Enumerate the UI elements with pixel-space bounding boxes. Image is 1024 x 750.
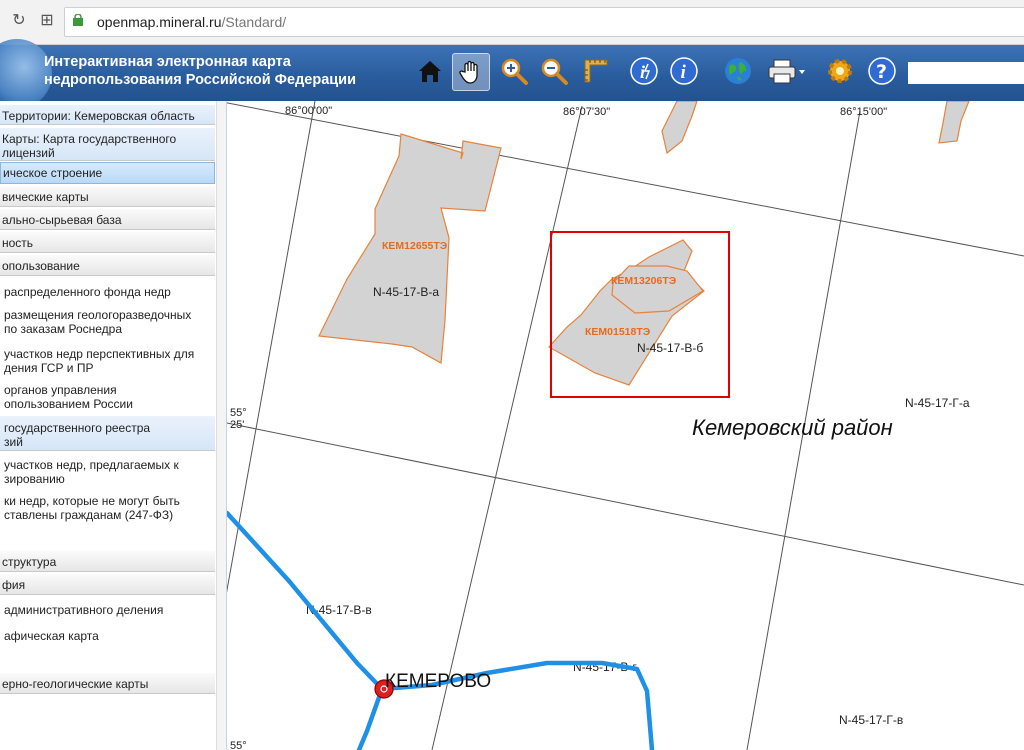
url-path: /Standard/ <box>221 14 287 30</box>
sidebar-row-label-2: зированию <box>4 472 65 486</box>
sheet-label-v-a: N-45-17-В-а <box>373 285 439 299</box>
zoom-out-icon[interactable] <box>536 53 572 89</box>
sidebar-knowledge[interactable]: ность <box>0 231 215 253</box>
license-area-kem13206[interactable] <box>611 265 704 314</box>
sidebar-item-distributed-fund[interactable]: распределенного фонда недр <box>0 285 215 305</box>
sidebar-row-label-2: лицензий <box>2 146 55 160</box>
sidebar-row-label: размещения геологоразведочных <box>4 308 192 322</box>
license-label-kem13206: КЕМ13206ТЭ <box>611 275 677 287</box>
license-area-top-partial-2[interactable] <box>938 101 970 144</box>
home-icon[interactable] <box>412 53 448 89</box>
sidebar-row-label: Карты: Карта государственного <box>2 132 177 146</box>
lat-label-55-bottom: 55° <box>230 740 247 750</box>
url-host: openmap.mineral.ru <box>97 14 222 30</box>
sidebar-mineral-resource-base[interactable]: ально-сырьевая база <box>0 208 215 230</box>
url-text: openmap.mineral.ru/Standard/ <box>97 14 286 30</box>
road-west <box>227 510 385 692</box>
sidebar-row-label-2: ставлены гражданам (247-ФЗ) <box>4 508 174 522</box>
sidebar-row-label: Территории: Кемеровская область <box>2 109 195 123</box>
svg-text:?: ? <box>876 61 887 83</box>
sidebar-item-management-bodies[interactable]: органов управления опользованием России <box>0 383 215 413</box>
lat-label-25: 25' <box>230 419 244 431</box>
sidebar-row-label-2: по заказам Роснедра <box>4 322 123 336</box>
sidebar-row-label-2: опользованием России <box>4 397 133 411</box>
app-title: Интерактивная электронная карта недропол… <box>44 53 356 89</box>
sidebar-row-label: афическая карта <box>4 629 99 643</box>
license-label-kem01518: КЕМ01518ТЭ <box>585 326 651 338</box>
sidebar-item-admin-division[interactable]: административного деления <box>0 603 215 623</box>
sidebar-row-label: фия <box>2 578 26 592</box>
sidebar-row-label: органов управления <box>4 383 117 397</box>
sidebar-item-licensing-areas[interactable]: участков недр, предлагаемых к зированию <box>0 458 215 488</box>
sidebar-row-label: ки недр, которые не могут быть <box>4 494 180 508</box>
sidebar-row-label: ность <box>2 236 34 250</box>
sidebar-infrastructure[interactable]: структура <box>0 550 215 572</box>
settings-gear-icon[interactable] <box>822 53 858 89</box>
reload-icon[interactable]: ↻ <box>8 9 30 31</box>
search-input[interactable] <box>908 62 1024 84</box>
map-canvas[interactable]: 86°00'00" 86°07'30" 86°15'00" 55° 25' 55… <box>227 101 1024 750</box>
sidebar-subsoil-use[interactable]: опользование <box>0 254 215 276</box>
sidebar-row-label-2: зий <box>4 435 23 449</box>
sidebar-row-label: ерно-геологические карты <box>2 677 149 691</box>
apps-grid-icon[interactable]: ⊞ <box>36 9 58 31</box>
map-svg: 86°00'00" 86°07'30" 86°15'00" 55° 25' 55… <box>227 101 1024 750</box>
help-icon[interactable]: ? <box>864 53 900 89</box>
svg-text:i: i <box>640 62 645 82</box>
globe-icon[interactable] <box>720 53 756 89</box>
info-lightning-icon[interactable]: i <box>626 53 662 89</box>
lat-label-55-top: 55° <box>230 407 247 419</box>
sidebar-row-label: опользование <box>2 259 80 273</box>
license-label-kem12655: КЕМ12655ТЭ <box>382 240 448 252</box>
secure-lock-icon <box>73 14 83 26</box>
sidebar-geophysical-maps[interactable]: вические карты <box>0 185 215 207</box>
license-area-kem01518[interactable] <box>548 239 705 386</box>
district-label: Кемеровский район <box>692 415 893 440</box>
info-icon[interactable]: i <box>666 53 702 89</box>
lon-label-86-15: 86°15'00" <box>840 106 887 118</box>
sidebar-row-label: участков недр, предлагаемых к <box>4 458 179 472</box>
sidebar-row-label: ическое строение <box>3 166 103 180</box>
layers-sidebar: Территории: Кемеровская область Карты: К… <box>0 101 227 750</box>
sidebar-row-label: государственного реестра <box>4 421 151 435</box>
sheet-label-v-b: N-45-17-В-б <box>637 341 703 355</box>
app-header: Интерактивная электронная карта недропол… <box>0 39 1024 109</box>
sidebar-item-geographic-map[interactable]: афическая карта <box>0 629 215 649</box>
road-south <box>356 686 385 750</box>
sidebar-row-label-2: дения ГСР и ПР <box>4 361 94 375</box>
license-area-top-partial-1[interactable] <box>661 101 698 155</box>
app-title-line2: недропользования Российской Федерации <box>44 72 357 88</box>
address-bar[interactable]: openmap.mineral.ru/Standard/ <box>64 7 1024 37</box>
sidebar-territory-header[interactable]: Территории: Кемеровская область <box>0 104 215 125</box>
road-network <box>227 510 655 750</box>
lon-label-86-00: 86°00'00" <box>285 105 332 117</box>
app-title-line1: Интерактивная электронная карта <box>44 54 291 70</box>
sidebar-row-label: административного деления <box>4 603 164 617</box>
print-icon[interactable] <box>764 53 808 89</box>
sidebar-row-label: вические карты <box>2 190 89 204</box>
browser-toolbar: ↻ ⊞ openmap.mineral.ru/Standard/ <box>0 0 1024 45</box>
sidebar-item-247fz-areas[interactable]: ки недр, которые не могут быть ставлены … <box>0 494 215 524</box>
sidebar-geography[interactable]: фия <box>0 573 215 595</box>
sidebar-item-prospective-areas[interactable]: участков недр перспективных для дения ГС… <box>0 347 215 377</box>
svg-text:i: i <box>681 62 687 83</box>
sidebar-row-label: участков недр перспективных для <box>4 347 195 361</box>
sidebar-state-registry-header[interactable]: государственного реестра зий <box>0 415 215 451</box>
ruler-icon[interactable] <box>578 53 614 89</box>
city-label: КЕМЕРОВО <box>385 671 491 692</box>
lon-label-86-07: 86°07'30" <box>563 106 610 118</box>
sheet-label-g-a: N-45-17-Г-а <box>905 396 970 410</box>
sidebar-maps-header[interactable]: Карты: Карта государственного лицензий <box>0 127 215 161</box>
sidebar-item-geological-exploration[interactable]: размещения геологоразведочных по заказам… <box>0 308 215 338</box>
sidebar-row-label: ально-сырьевая база <box>2 213 122 227</box>
sidebar-row-label: структура <box>2 555 57 569</box>
sidebar-scrollbar[interactable] <box>216 101 226 750</box>
sheet-label-g-v: N-45-17-Г-в <box>839 713 903 727</box>
grid-parallel-25 <box>227 422 1024 586</box>
pan-hand-icon[interactable] <box>452 53 490 91</box>
sidebar-mineragenic-maps[interactable]: ерно-геологические карты <box>0 672 215 694</box>
sidebar-geology-structure[interactable]: ическое строение <box>0 162 215 184</box>
zoom-in-icon[interactable] <box>496 53 532 89</box>
sidebar-row-label: распределенного фонда недр <box>4 285 171 299</box>
